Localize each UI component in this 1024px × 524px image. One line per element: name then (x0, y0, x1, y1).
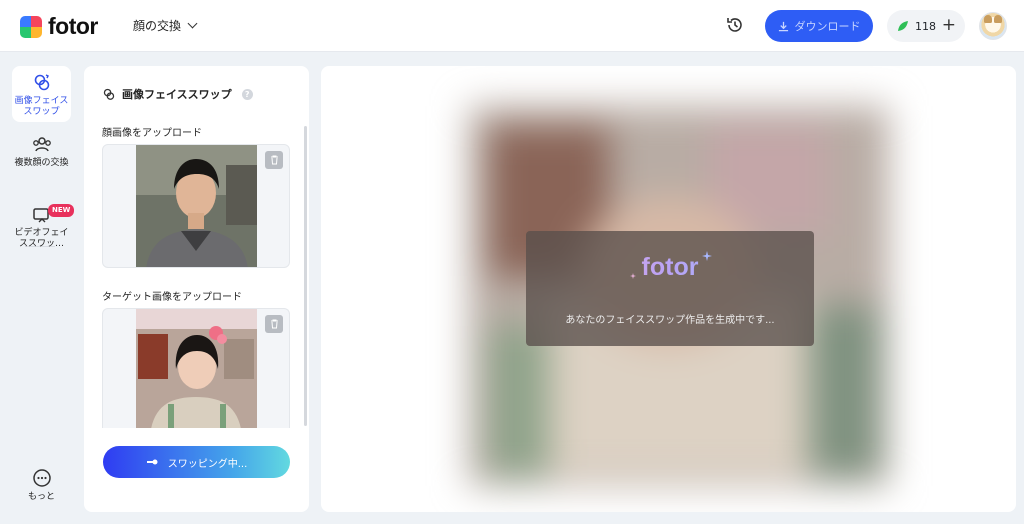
download-label: ダウンロード (794, 20, 861, 33)
face-swap-icon (103, 88, 115, 100)
left-nav: 画像フェイススワップ 複数顔の交換 NEW ビデオフェイススワッ… もっと (0, 52, 80, 524)
credits-count: 118 (915, 19, 936, 33)
avatar[interactable] (979, 12, 1007, 40)
nav-item-image-face-swap[interactable]: 画像フェイススワップ (12, 66, 71, 122)
tool-selector[interactable]: 顔の交換 (133, 17, 198, 34)
nav-item-video-face-swap[interactable]: NEW ビデオフェイススワッ… (12, 204, 75, 258)
more-icon (32, 469, 51, 487)
nav-item-multi-face-swap[interactable]: 複数顔の交換 (12, 136, 71, 186)
preview-canvas: fotor あなたのフェイススワップ作品を生成中です... (321, 66, 1016, 512)
download-icon (778, 21, 788, 31)
avatar-ear-right (994, 15, 1002, 23)
add-credits-button[interactable]: + (942, 15, 956, 35)
download-button[interactable]: ダウンロード (765, 10, 873, 42)
trash-icon[interactable] (265, 151, 283, 169)
sparkle-icon (702, 251, 712, 261)
nav-label: ビデオフェイススワッ… (14, 228, 69, 249)
face-image (136, 145, 257, 267)
target-upload-label: ターゲット画像をアップロード (102, 292, 242, 303)
target-image (136, 309, 257, 428)
logo-icon (20, 15, 42, 38)
help-icon[interactable]: ? (241, 88, 253, 100)
fotor-logo[interactable]: fotor (20, 13, 98, 40)
loading-icon (146, 459, 158, 465)
top-bar: fotor 顔の交換 ダウンロード 118 + (0, 0, 1024, 52)
tool-selector-label: 顔の交換 (133, 19, 182, 33)
face-swap-icon (34, 74, 49, 91)
loading-logo: fotor (526, 253, 814, 282)
trash-icon[interactable] (265, 315, 283, 333)
swap-button[interactable]: スワッピング中... (103, 446, 290, 478)
nav-label: もっと (27, 492, 55, 502)
target-upload-box[interactable] (102, 308, 290, 428)
history-icon[interactable] (725, 15, 745, 35)
logo-text: fotor (48, 13, 98, 39)
new-badge: NEW (48, 204, 75, 217)
nav-label: 画像フェイススワップ (14, 96, 69, 117)
sparkle-icon (630, 273, 636, 279)
credits-pill[interactable]: 118 + (887, 10, 965, 42)
group-icon (32, 137, 51, 152)
face-upload-label: 顔画像をアップロード (102, 128, 202, 139)
avatar-ear-left (984, 15, 992, 23)
leaf-icon (898, 21, 908, 31)
face-upload-box[interactable] (102, 144, 290, 268)
loading-status: あなたのフェイススワップ作品を生成中です... (565, 315, 775, 326)
chevron-down-icon (187, 18, 198, 29)
panel-title: 画像フェイススワップ ? (102, 86, 253, 102)
panel-scrollbar[interactable] (304, 126, 307, 426)
options-panel: 画像フェイススワップ ? 顔画像をアップロード ターゲット画像をアップロード ス… (84, 66, 309, 512)
nav-label: 複数顔の交換 (14, 158, 69, 168)
nav-item-more[interactable]: もっと (12, 468, 71, 504)
panel-title-text: 画像フェイススワップ (122, 88, 232, 101)
swap-button-label: スワッピング中... (167, 458, 248, 470)
loading-overlay: fotor あなたのフェイススワップ作品を生成中です... (526, 231, 814, 346)
